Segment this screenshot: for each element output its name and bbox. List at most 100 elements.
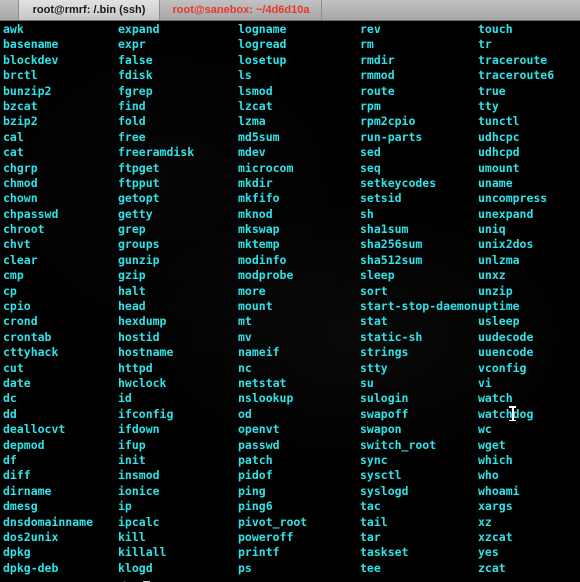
command-item: rpm2cpio	[360, 114, 416, 129]
command-item: rpm	[360, 98, 381, 113]
command-item: uncompress	[478, 191, 548, 206]
command-item: bunzip2	[3, 83, 52, 98]
command-item: crontab	[3, 329, 52, 344]
command-item: date	[3, 375, 31, 390]
command-item: chroot	[3, 222, 45, 237]
command-item: sha256sum	[360, 237, 423, 252]
command-item: ionice	[118, 483, 160, 498]
command-item: cat	[3, 145, 24, 160]
command-item: strings	[360, 345, 409, 360]
command-item: dos2unix	[3, 529, 59, 544]
command-item: ps	[238, 560, 252, 575]
command-item: id	[118, 391, 132, 406]
command-item: wc	[478, 422, 492, 437]
command-item: hostname	[118, 345, 174, 360]
command-item: chown	[3, 191, 38, 206]
command-item: clear	[3, 252, 38, 267]
command-item: hostid	[118, 329, 160, 344]
command-item: watch	[478, 391, 513, 406]
command-item: hwclock	[118, 375, 167, 390]
shell-prompt-line: root@rmrf:/.bin#	[3, 565, 151, 582]
command-item: ifdown	[118, 422, 160, 437]
command-item: tee	[360, 560, 381, 575]
command-item: uuencode	[478, 345, 534, 360]
command-item: groups	[118, 237, 160, 252]
command-item: xargs	[478, 499, 513, 514]
command-item: vconfig	[478, 360, 527, 375]
command-item: sleep	[360, 268, 395, 283]
command-item: whoami	[478, 483, 520, 498]
command-item: uudecode	[478, 329, 534, 344]
command-item: tail	[360, 514, 388, 529]
terminal-tab-inactive[interactable]: root@sanebox: ~/4d6d10a	[161, 0, 322, 20]
command-item: xzcat	[478, 529, 513, 544]
command-item: diff	[3, 468, 31, 483]
command-item: cp	[3, 283, 17, 298]
command-item: ping6	[238, 499, 273, 514]
command-item: printf	[238, 545, 280, 560]
command-item: cttyhack	[3, 345, 59, 360]
command-item: stat	[360, 314, 388, 329]
command-item: kill	[118, 529, 146, 544]
command-column-4: rev rm rmdir rmmod route rpm rpm2cpio run-parts…	[360, 22, 478, 576]
command-item: od	[238, 406, 252, 421]
command-item: taskset	[360, 545, 409, 560]
command-item: ls	[238, 68, 252, 83]
command-column-3: logname logread losetup ls lsmod lzcat lzma md5…	[238, 22, 307, 576]
command-item: syslogd	[360, 483, 409, 498]
command-item: sort	[360, 283, 388, 298]
command-item: yes	[478, 545, 499, 560]
command-item: expand	[118, 22, 160, 36]
command-item: swapoff	[360, 406, 409, 421]
command-item: poweroff	[238, 529, 294, 544]
command-item: sysctl	[360, 468, 402, 483]
command-item: touch	[478, 22, 513, 36]
command-item: mv	[238, 329, 252, 344]
command-item: gzip	[118, 268, 146, 283]
command-item: bzip2	[3, 114, 38, 129]
command-item: mkfifo	[238, 191, 280, 206]
command-item: freeramdisk	[118, 145, 195, 160]
command-item: dnsdomainname	[3, 514, 94, 529]
command-item: sulogin	[360, 391, 409, 406]
command-item: ip	[118, 499, 132, 514]
command-item: getty	[118, 206, 153, 221]
command-item: sh	[360, 206, 374, 221]
command-item: unxz	[478, 268, 506, 283]
command-item: pidof	[238, 468, 273, 483]
command-item: losetup	[238, 52, 287, 67]
command-item: blockdev	[3, 52, 59, 67]
command-item: setkeycodes	[360, 175, 437, 190]
command-item: uniq	[478, 222, 506, 237]
command-item: pivot_root	[238, 514, 308, 529]
command-item: unix2dos	[478, 237, 534, 252]
command-item: bzcat	[3, 98, 38, 113]
command-item: fgrep	[118, 83, 153, 98]
command-item: tunctl	[478, 114, 520, 129]
command-item: rm	[360, 37, 374, 52]
command-item: traceroute6	[478, 68, 555, 83]
command-item: stty	[360, 360, 388, 375]
command-item: tr	[478, 37, 492, 52]
command-item: ipcalc	[118, 514, 160, 529]
command-item: wget	[478, 437, 506, 452]
command-item: static-sh	[360, 329, 423, 344]
command-item: ftpget	[118, 160, 160, 175]
command-item: true	[478, 83, 506, 98]
command-item: logname	[238, 22, 287, 36]
command-item: nslookup	[238, 391, 294, 406]
command-item: more	[238, 283, 266, 298]
terminal-output-area[interactable]: awk basename blockdev brctl bunzip2 bzcat bzip…	[0, 21, 580, 582]
command-item: lzma	[238, 114, 266, 129]
command-item: usleep	[478, 314, 520, 329]
command-item: udhcpd	[478, 145, 520, 160]
command-item: su	[360, 375, 374, 390]
command-item: crond	[3, 314, 38, 329]
command-item: halt	[118, 283, 146, 298]
command-item: who	[478, 468, 499, 483]
command-item: nc	[238, 360, 252, 375]
command-item: xz	[478, 514, 492, 529]
command-item: chgrp	[3, 160, 38, 175]
terminal-tab-active[interactable]: root@rmrf: /.bin (ssh)	[18, 0, 160, 20]
command-item: watchdog	[478, 406, 534, 421]
